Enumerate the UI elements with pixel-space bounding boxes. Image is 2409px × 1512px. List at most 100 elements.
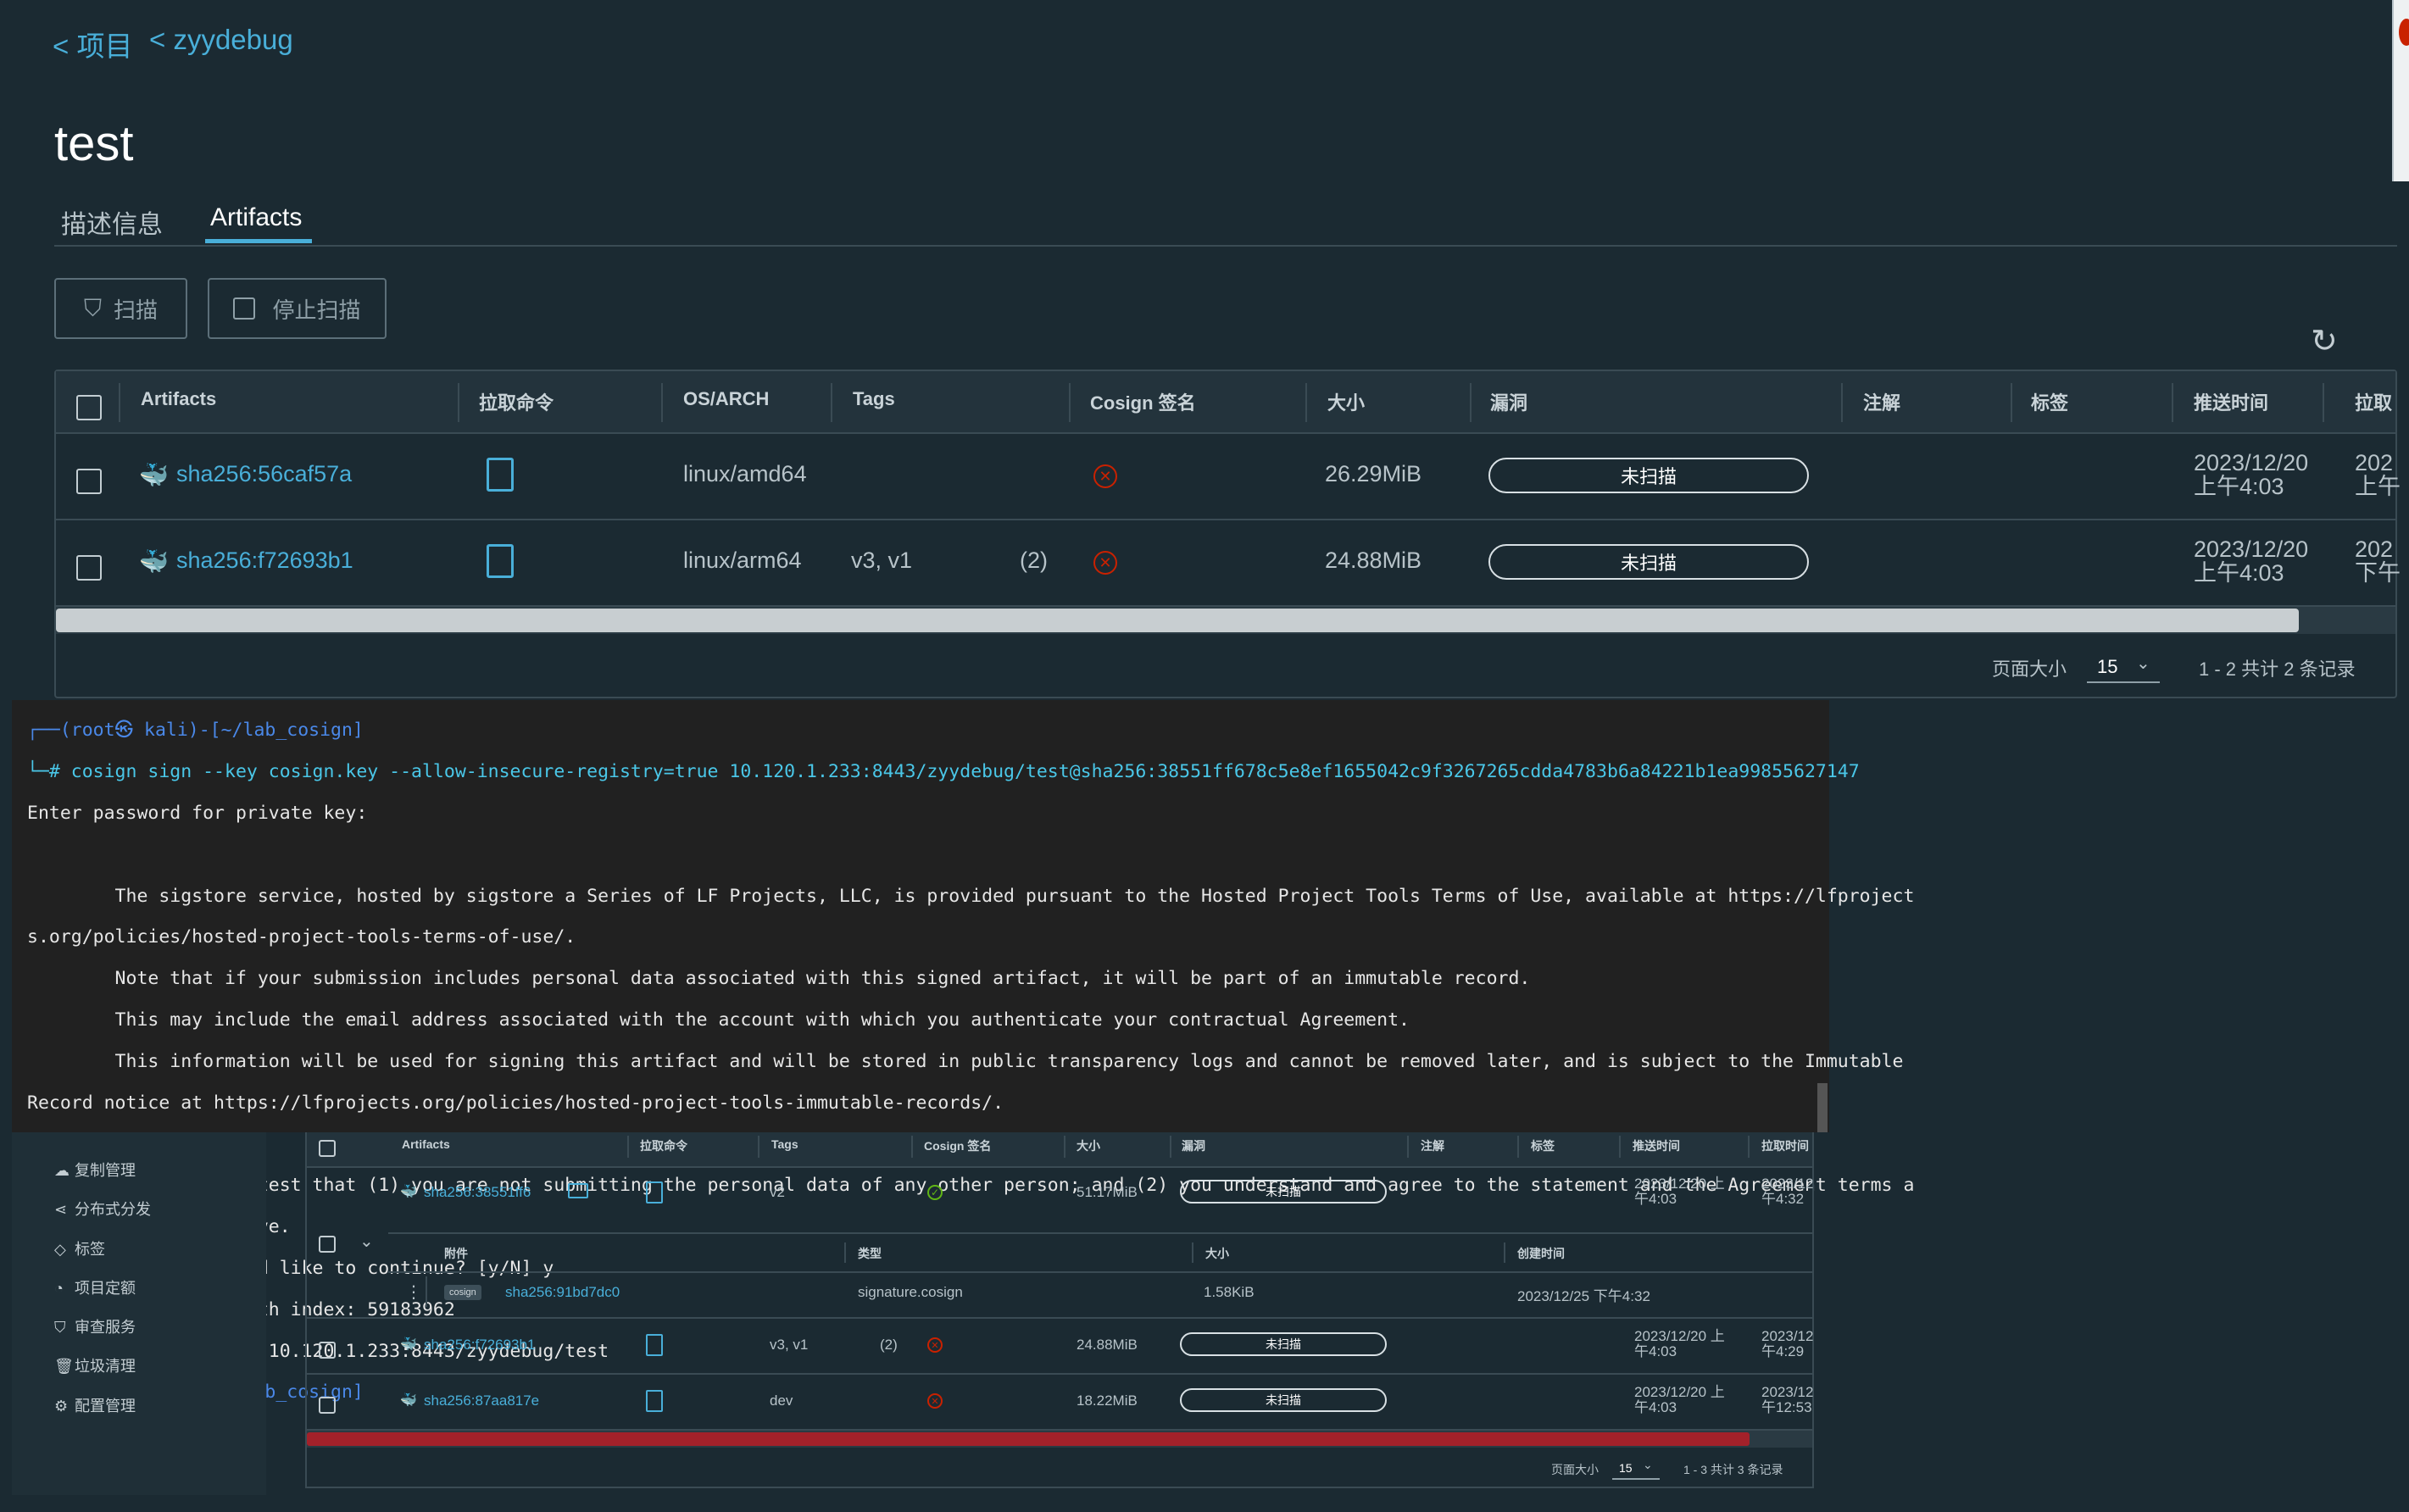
col-pull-time[interactable]: 拉取时间 xyxy=(1761,1137,1809,1154)
tab-artifacts[interactable]: Artifacts xyxy=(210,203,302,232)
scan-button[interactable]: ⛉ 扫描 xyxy=(54,278,187,339)
col-push-time[interactable]: 推送时间 xyxy=(1633,1137,1680,1154)
artifact-digest-link[interactable]: sha256:f72693b1 xyxy=(424,1337,535,1354)
refresh-icon[interactable]: ↻ xyxy=(2311,322,2338,360)
chevron-down-icon[interactable]: ⌄ xyxy=(359,1231,374,1252)
pagination-info: 1 - 2 共计 2 条记录 xyxy=(2199,659,2356,680)
copy-icon[interactable] xyxy=(646,1390,663,1412)
more-actions-icon[interactable]: ⋮ xyxy=(405,1281,422,1303)
select-all-checkbox[interactable] xyxy=(319,1140,336,1157)
artifact-size: 51.17MiB xyxy=(1077,1184,1138,1200)
stop-scan-button[interactable]: 停止扫描 xyxy=(208,278,387,339)
breadcrumb-projects[interactable]: < 项目 xyxy=(53,24,132,64)
tab-description[interactable]: 描述信息 xyxy=(61,203,163,241)
artifact-digest-link[interactable]: sha256:f72693b1 xyxy=(176,548,353,574)
terminal-window[interactable]: ┌──(root㉿ kali)-[~/lab_cosign] └─# cosig… xyxy=(12,700,1914,1444)
col-push-time[interactable]: 推送时间 xyxy=(2194,388,2268,415)
pull-time: 202 下午 xyxy=(2355,536,2401,586)
chevron-down-icon: ⌄ xyxy=(1643,1458,1653,1471)
tag-count[interactable]: (2) xyxy=(1020,548,1048,574)
push-time: 2023/12/20 上午4:03 xyxy=(2194,450,2309,499)
tags: dev xyxy=(770,1392,793,1409)
col-pull-time[interactable]: 拉取 xyxy=(2355,388,2392,415)
vuln-status-badge[interactable]: 未扫描 xyxy=(1488,544,1809,580)
row-checkbox[interactable] xyxy=(319,1236,336,1253)
terminal-line: Note that if your submission includes pe… xyxy=(27,968,1531,990)
accessory-col-size: 大小 xyxy=(1205,1247,1229,1260)
sidebar-item-config[interactable]: ⚙ 配置管理 xyxy=(54,1387,151,1426)
vuln-status-badge[interactable]: 未扫描 xyxy=(1488,458,1809,493)
share-icon: ⋖ xyxy=(54,1201,68,1219)
terminal-line: This may include the email address assoc… xyxy=(27,1009,1410,1031)
col-vulnerabilities[interactable]: 漏洞 xyxy=(1182,1137,1205,1154)
col-cosign[interactable]: Cosign 签名 xyxy=(1090,388,1196,415)
col-size[interactable]: 大小 xyxy=(1327,388,1365,415)
copy-icon[interactable] xyxy=(646,1181,663,1203)
os-arch: linux/arm64 xyxy=(683,548,802,573)
terminal-scrollbar[interactable] xyxy=(1817,1083,1828,1132)
folder-icon[interactable] xyxy=(568,1183,588,1198)
sidebar-item-interrogation[interactable]: ⛉ 审查服务 xyxy=(54,1308,151,1347)
replication-icon: ☁ xyxy=(54,1162,70,1179)
col-labels[interactable]: 标签 xyxy=(1531,1137,1555,1154)
terminal-line: The sigstore service, hosted by sigstore… xyxy=(27,885,1915,907)
breadcrumb-project[interactable]: < zyydebug xyxy=(149,24,293,56)
page-size-value: 15 xyxy=(1619,1461,1633,1475)
col-annotations[interactable]: 注解 xyxy=(1421,1137,1444,1154)
docker-icon: 🐳 xyxy=(400,1393,417,1408)
page-size-select[interactable]: 15 ⌄ xyxy=(2087,649,2160,683)
signed-icon: ✓ xyxy=(927,1185,943,1200)
unsigned-icon: ✕ xyxy=(927,1337,943,1353)
page-size-label: 页面大小 xyxy=(1551,1463,1599,1476)
shield-icon: ⛉ xyxy=(83,294,102,321)
docker-icon: 🐳 xyxy=(139,548,169,575)
col-artifacts[interactable]: Artifacts xyxy=(141,388,216,410)
col-annotations[interactable]: 注解 xyxy=(1863,388,1900,415)
copy-icon[interactable] xyxy=(487,458,514,492)
tab-divider xyxy=(54,245,2397,247)
sidebar-item-distribution[interactable]: ⋖ 分布式分发 xyxy=(54,1190,151,1229)
scrollbar-thumb[interactable] xyxy=(56,609,2299,632)
select-all-checkbox[interactable] xyxy=(76,395,102,420)
vuln-status-badge[interactable]: 未扫描 xyxy=(1180,1332,1387,1356)
artifact-digest-link[interactable]: sha256:56caf57a xyxy=(176,461,352,487)
col-os-arch[interactable]: OS/ARCH xyxy=(683,388,769,410)
vuln-status-badge[interactable]: 未扫描 xyxy=(1180,1388,1387,1412)
artifact-digest-link[interactable]: sha256:38551ff6 xyxy=(424,1184,531,1201)
copy-icon[interactable] xyxy=(487,544,514,578)
sidebar-item-quotas[interactable]: ◔ 项目定额 xyxy=(54,1269,151,1308)
vuln-status-badge[interactable]: 未扫描 xyxy=(1180,1180,1387,1203)
tags: v3, v1 xyxy=(851,548,913,573)
sidebar-item-labels[interactable]: ◇ 标签 xyxy=(54,1230,151,1269)
artifact-size: 18.22MiB xyxy=(1077,1392,1138,1409)
tab-active-indicator xyxy=(205,239,312,243)
col-tags[interactable]: Tags xyxy=(853,388,895,410)
row-checkbox[interactable] xyxy=(76,555,102,581)
col-size[interactable]: 大小 xyxy=(1077,1137,1100,1154)
col-pull-command[interactable]: 拉取命令 xyxy=(640,1137,687,1154)
sidebar-menu: ☁ 复制管理 ⋖ 分布式分发 ◇ 标签 ◔ 项目定额 ⛉ 审查服务 🗑垃圾清理 ⚙ 配置管理 xyxy=(54,1151,151,1426)
col-labels[interactable]: 标签 xyxy=(2031,388,2068,415)
col-artifacts[interactable]: Artifacts xyxy=(402,1137,450,1151)
scrollbar-thumb-2[interactable] xyxy=(307,1432,1750,1446)
artifact-digest-link[interactable]: sha256:87aa817e xyxy=(424,1392,539,1409)
row-checkbox[interactable] xyxy=(76,469,102,494)
col-cosign[interactable]: Cosign 签名 xyxy=(924,1137,991,1154)
artifact-size: 24.88MiB xyxy=(1077,1337,1138,1353)
row-checkbox[interactable] xyxy=(319,1342,336,1359)
accessory-digest-link[interactable]: sha256:91bd7dc0 xyxy=(505,1284,620,1301)
accessory-col-type: 类型 xyxy=(858,1247,882,1260)
docker-icon: 🐳 xyxy=(139,462,169,488)
cosign-badge: cosign xyxy=(444,1285,481,1300)
col-tags[interactable]: Tags xyxy=(771,1137,798,1151)
table-header-2 xyxy=(307,1132,1812,1166)
tag-count[interactable]: (2) xyxy=(880,1337,898,1354)
col-vulnerabilities[interactable]: 漏洞 xyxy=(1490,388,1527,415)
copy-icon[interactable] xyxy=(646,1334,663,1356)
col-pull-command[interactable]: 拉取命令 xyxy=(479,388,554,415)
page-size-select[interactable]: 15 ⌄ xyxy=(1612,1456,1660,1480)
sidebar-item-replication[interactable]: ☁ 复制管理 xyxy=(54,1151,151,1190)
row-checkbox[interactable] xyxy=(319,1397,336,1414)
sidebar-item-gc[interactable]: 🗑垃圾清理 xyxy=(54,1347,151,1386)
push-time: 2023/12/20 上午4:03 xyxy=(1634,1176,1725,1207)
